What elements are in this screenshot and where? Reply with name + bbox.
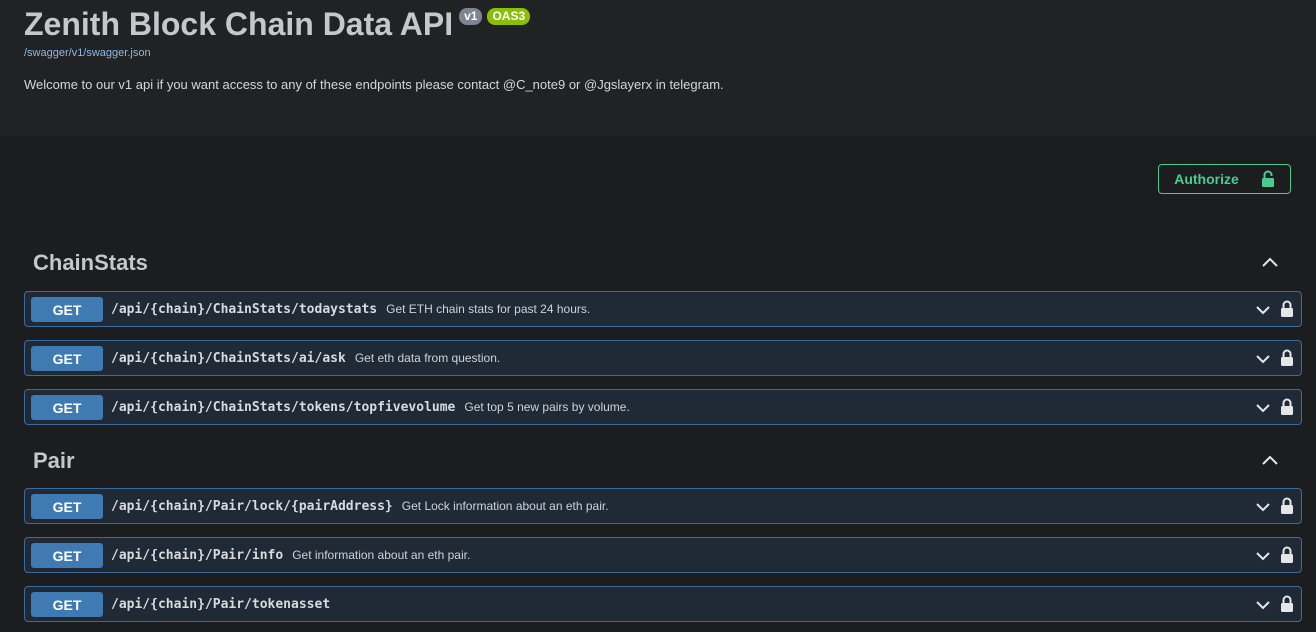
operation-path: /api/{chain}/Pair/info Get information ab… [111,548,470,563]
padlock-icon[interactable] [1280,546,1294,564]
operation-summary: Get Lock information about an eth pair. [401,499,609,513]
padlock-icon[interactable] [1280,497,1294,515]
operation-block[interactable]: GET /api/{chain}/ChainStats/tokens/topfi… [24,389,1302,425]
chevron-down-icon[interactable] [1255,499,1271,515]
chevron-down-icon[interactable] [1255,400,1271,416]
info-header: Zenith Block Chain Data API v1 OAS3 /swa… [0,0,1316,136]
chevron-down-icon[interactable] [1255,351,1271,367]
padlock-icon[interactable] [1280,398,1294,416]
operation-path: /api/{chain}/Pair/tokenasset [111,597,339,612]
operation-summary: Get top 5 new pairs by volume. [464,400,630,414]
path-text: /api/{chain}/Pair/info [111,548,284,563]
operation-path: /api/{chain}/ChainStats/tokens/topfivevo… [111,400,630,415]
tag-header-pair[interactable]: Pair [24,440,1302,480]
operation-block[interactable]: GET /api/{chain}/Pair/info Get informatio… [24,537,1302,573]
operation-block[interactable]: GET /api/{chain}/Pair/tokenasset [24,586,1302,622]
padlock-icon[interactable] [1280,300,1294,318]
tag-header-chainstats[interactable]: ChainStats [24,242,1302,282]
padlock-icon[interactable] [1280,595,1294,613]
path-text: /api/{chain}/ChainStats/todaystats [111,302,378,317]
path-text: /api/{chain}/Pair/tokenasset [111,597,331,612]
authorize-button[interactable]: Authorize [1158,164,1291,194]
tag-section-pair: Pair GET /api/{chain}/Pair/lock/{pairAdd… [24,440,1302,622]
unlocked-padlock-icon [1261,170,1274,187]
chevron-up-icon[interactable] [1260,252,1280,272]
path-text: /api/{chain}/ChainStats/ai/ask [111,351,346,366]
operation-summary: Get eth data from question. [354,351,501,365]
method-badge: GET [31,395,103,420]
method-badge: GET [31,592,103,617]
oas-badge: OAS3 [487,8,531,25]
method-badge: GET [31,494,103,519]
chevron-up-icon[interactable] [1260,450,1280,470]
path-text: /api/{chain}/ChainStats/tokens/topfivevo… [111,400,456,415]
version-badge: v1 [459,8,483,25]
operation-path: /api/{chain}/ChainStats/ai/ask Get eth da… [111,351,500,366]
operation-summary: Get information about an eth pair. [292,548,471,562]
method-badge: GET [31,297,103,322]
page-title: Zenith Block Chain Data API v1 OAS3 [24,6,531,43]
operation-block[interactable]: GET /api/{chain}/ChainStats/todaystats Ge… [24,291,1302,327]
method-badge: GET [31,346,103,371]
chevron-down-icon[interactable] [1255,548,1271,564]
api-description: Welcome to our v1 api if you want access… [24,77,724,92]
api-title: Zenith Block Chain Data API [24,6,454,42]
operation-block[interactable]: GET /api/{chain}/Pair/lock/{pairAddress}… [24,488,1302,524]
operation-summary: Get ETH chain stats for past 24 hours. [386,302,591,316]
path-text: /api/{chain}/Pair/lock/{pairAddress} [111,499,393,514]
operation-path: /api/{chain}/Pair/lock/{pairAddress} Get … [111,499,609,514]
method-badge: GET [31,543,103,568]
padlock-icon[interactable] [1280,349,1294,367]
operation-block[interactable]: GET /api/{chain}/ChainStats/ai/ask Get et… [24,340,1302,376]
tag-name: ChainStats [33,250,148,275]
tag-name: Pair [33,448,75,473]
operation-path: /api/{chain}/ChainStats/todaystats Get ET… [111,302,590,317]
authorize-label: Authorize [1174,171,1239,187]
chevron-down-icon[interactable] [1255,597,1271,613]
tag-section-chainstats: ChainStats GET /api/{chain}/ChainStats/t… [24,242,1302,425]
spec-link[interactable]: /swagger/v1/swagger.json [24,47,151,59]
chevron-down-icon[interactable] [1255,302,1271,318]
